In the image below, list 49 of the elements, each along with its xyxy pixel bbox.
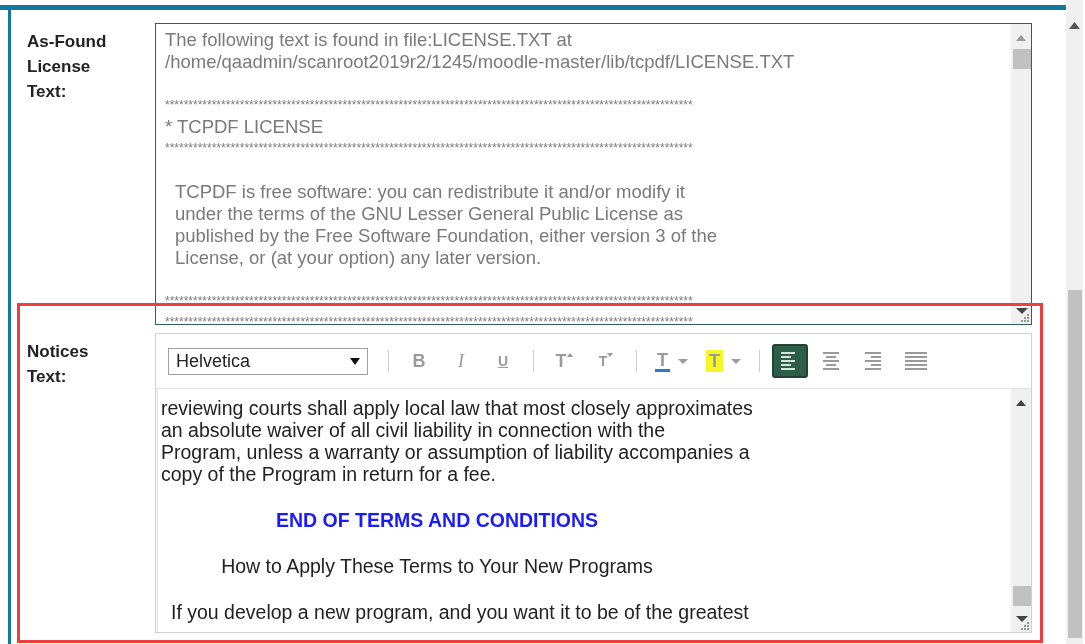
caret-icon xyxy=(731,358,741,364)
highlight-button[interactable]: T xyxy=(700,344,747,378)
color-button[interactable]: T xyxy=(649,344,694,378)
triangle-up-icon xyxy=(566,353,573,357)
scroll-thumb[interactable] xyxy=(1013,49,1031,69)
text-line: reviewing courts shall apply local law that most closely approximates xyxy=(161,397,753,419)
text-line: If you develop a new program, and you want it to be of the greatest xyxy=(171,601,749,623)
font-select[interactable]: Helvetica xyxy=(168,347,368,375)
text-line: /home/qaadmin/scanroot2019r2/1245/moodle-master/lib/tcpdf/LICENSE.TXT xyxy=(165,51,795,73)
scroll-thumb[interactable] xyxy=(1068,290,1082,638)
scroll-up-icon[interactable] xyxy=(1016,400,1026,406)
asterisk-rule: ***************************************************************************************************************** xyxy=(165,140,693,157)
grow-button[interactable]: T xyxy=(546,344,582,378)
resize-grip-icon[interactable] xyxy=(1015,308,1029,322)
text-line: under the terms of the GNU Lesser General Public License as xyxy=(175,203,683,225)
caret-icon xyxy=(678,358,688,364)
text-line: TCPDF is free software: you can redistribute it and/or modify it xyxy=(175,181,685,203)
page-scrollbar[interactable] xyxy=(1066,0,1083,644)
text-line: * TCPDF LICENSE xyxy=(165,116,323,138)
underline-button[interactable]: U xyxy=(485,344,521,378)
scrollbar[interactable] xyxy=(1011,389,1031,632)
text-line: License, or (at your option) any later version. xyxy=(175,247,542,269)
scroll-up-icon[interactable] xyxy=(1069,22,1080,29)
asterisk-rule: ***************************************************************************************************************** xyxy=(165,314,693,324)
italic-button[interactable]: I xyxy=(443,344,479,378)
text-line: copy of the Program in return for a fee. xyxy=(161,463,496,485)
bold-button[interactable]: B xyxy=(401,344,437,378)
text-line: an absolute waiver of all civil liability in connection with the xyxy=(161,419,665,441)
field-label: As-Found License Text: xyxy=(27,31,108,103)
field-label: Notices Text: xyxy=(27,341,90,388)
scrollbar[interactable] xyxy=(1011,24,1031,324)
align-left-button[interactable] xyxy=(772,344,808,378)
shrink-button[interactable]: T xyxy=(588,344,624,378)
text-line: Program, unless a warranty or assumption of liability accompanies a xyxy=(161,441,750,463)
rich-text-editor[interactable] xyxy=(155,333,1032,633)
resize-grip-icon[interactable] xyxy=(1015,616,1029,630)
align-right-icon xyxy=(865,352,883,370)
asterisk-rule: ***************************************************************************************************************** xyxy=(165,97,693,114)
license-text-area[interactable] xyxy=(155,23,1032,325)
dropdown-arrow-icon xyxy=(350,357,360,365)
text-line: published by the Free Software Foundation, either version 3 of the xyxy=(175,225,717,247)
scroll-thumb[interactable] xyxy=(1013,586,1031,606)
section-heading: END OF TERMS AND CONDITIONS xyxy=(275,509,599,531)
text-line: How to Apply These Terms to Your New Programs xyxy=(221,555,653,577)
asterisk-rule: ***************************************************************************************************************** xyxy=(165,293,693,310)
justify-icon xyxy=(905,352,927,370)
text-line: The following text is found in file:LICENSE.TXT at xyxy=(165,29,572,51)
triangle-down-icon xyxy=(607,353,614,357)
align-center-icon xyxy=(823,352,841,370)
